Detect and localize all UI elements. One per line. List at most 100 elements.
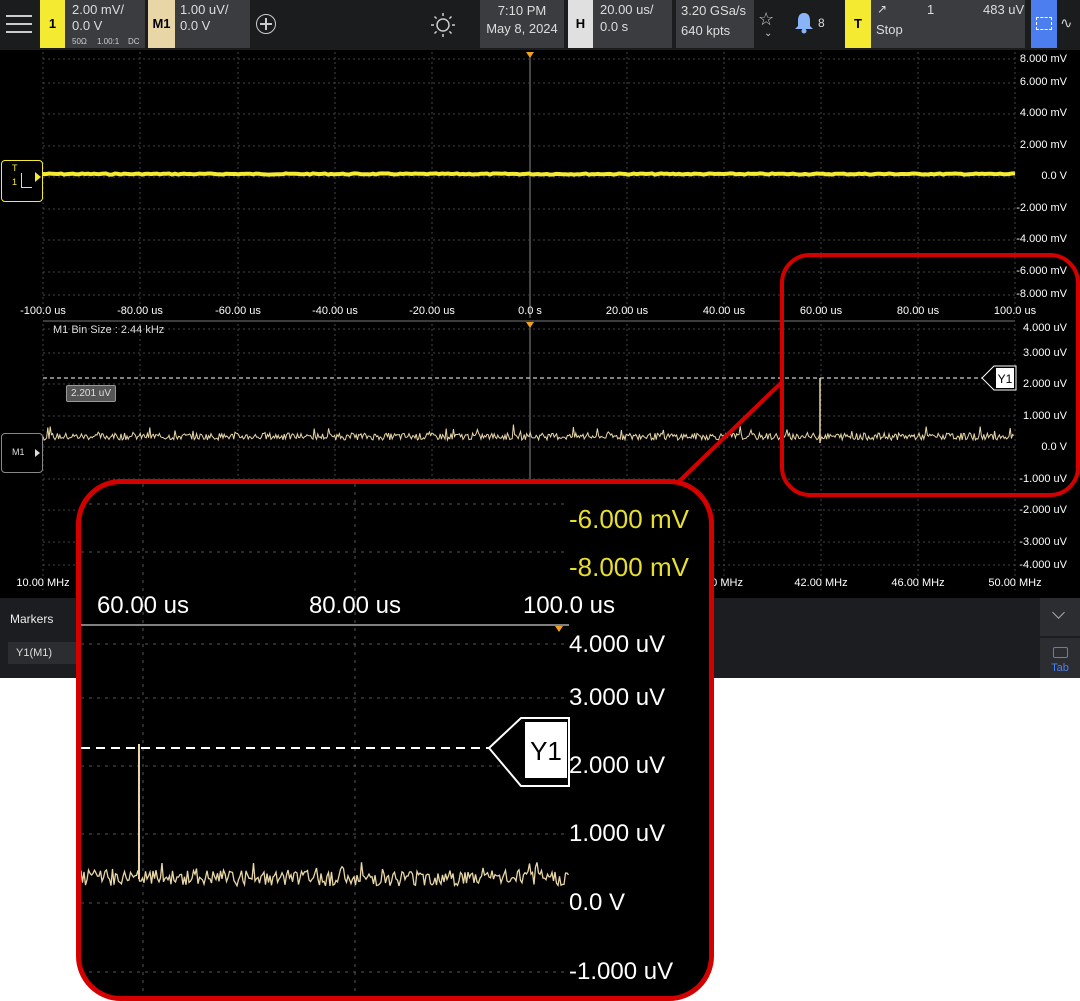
- upper-y-label: 2.000 mV: [1019, 139, 1067, 151]
- acquisition-tile[interactable]: 3.20 GSa/s 640 kpts: [676, 0, 754, 48]
- lower-y-label: -1.000 uV: [1019, 473, 1067, 485]
- sun-icon: [431, 13, 455, 37]
- trigger-level: 483 uV: [983, 2, 1025, 17]
- memory-depth: 640 kpts: [681, 23, 731, 38]
- lower-y-label: 3.000 uV: [1022, 347, 1067, 359]
- menu-button[interactable]: [6, 12, 32, 36]
- tab-button[interactable]: Tab: [1040, 638, 1080, 678]
- notifications-button[interactable]: 8: [794, 12, 828, 36]
- freq-label: 10.00 MHz: [16, 577, 70, 589]
- chevron-down-icon: [1052, 606, 1065, 619]
- time-label: 40.00 us: [702, 305, 746, 317]
- star-list-icon: ☆: [758, 9, 775, 29]
- channel-1-badge: 1: [40, 0, 65, 48]
- lower-y-label: 0.0 V: [1041, 441, 1067, 453]
- horizontal-tile[interactable]: H 20.00 us/ 0.0 s: [568, 0, 672, 48]
- time-label: 20.00 us: [605, 305, 649, 317]
- ch1-offset: 0.0 V: [72, 18, 103, 33]
- folder-icon: [1053, 647, 1068, 658]
- zoom-y-label: 2.000 uV: [569, 752, 665, 779]
- notification-count: 8: [818, 16, 825, 30]
- zoom-graphic: Y1 -6.000 mV -8.000 mV 60.00 us 80.00 us…: [81, 484, 690, 996]
- zoom-time-label: 100.0 us: [523, 592, 615, 619]
- time-label: -60.00 us: [215, 305, 261, 317]
- ch1-probe: 1.00:1: [97, 37, 120, 46]
- upper-y-label: -4.000 mV: [1016, 233, 1067, 245]
- upper-y-label: 4.000 mV: [1019, 107, 1067, 119]
- waveform-icon[interactable]: ∿: [1060, 14, 1073, 32]
- rising-edge-icon: ↗: [877, 2, 888, 16]
- run-state: Stop: [876, 22, 903, 37]
- zoom-y-label: 1.000 uV: [569, 820, 665, 847]
- trigger-source: 1: [927, 2, 935, 17]
- zoom-y-label: 3.000 uV: [569, 684, 665, 711]
- time-label: 100.0 us: [993, 305, 1037, 317]
- zoom-y-label: 4.000 uV: [569, 631, 665, 658]
- zoom-y-label: 0.0 V: [569, 889, 625, 916]
- freq-label: 42.00 MHz: [794, 577, 848, 589]
- time-label: 0.0 s: [518, 305, 542, 317]
- horizontal-delay: 0.0 s: [600, 19, 629, 34]
- add-channel-button[interactable]: [256, 14, 276, 34]
- time-label: -20.00 us: [409, 305, 455, 317]
- m1-offset: 0.0 V: [180, 18, 211, 33]
- zoom-fft-trace: [81, 862, 569, 888]
- time-label: 60.00 us: [799, 305, 843, 317]
- hamburger-icon: [6, 15, 32, 17]
- lower-y-label: -3.000 uV: [1019, 536, 1067, 548]
- upper-y-label: 8.000 mV: [1019, 53, 1067, 65]
- time-label: -100.0 us: [20, 305, 66, 317]
- zoom-y-label: -1.000 uV: [569, 958, 673, 985]
- ch1-scale: 2.00 mV/: [72, 2, 125, 17]
- freq-label: 46.00 MHz: [891, 577, 945, 589]
- ch1-impedance: 50Ω: [72, 37, 87, 46]
- bell-icon: [795, 13, 813, 34]
- trigger-position-marker: [526, 52, 534, 58]
- upper-y-label: -2.000 mV: [1016, 202, 1067, 214]
- zoom-mode-button[interactable]: [1031, 0, 1057, 48]
- m1-offset-marker[interactable]: M1: [1, 433, 43, 473]
- chevron-down-icon: ⌄: [764, 28, 773, 39]
- ch1-offset-arrow: [35, 172, 41, 182]
- fft-m1-trace: [42, 424, 1015, 442]
- zoom-time-label: 80.00 us: [309, 592, 401, 619]
- time-reference-marker: [526, 322, 534, 328]
- m1-offset-arrow: [35, 449, 40, 457]
- channel-1-tile[interactable]: 1 2.00 mV/ 0.0 V 50Ω 1.00:1 DC: [40, 0, 145, 48]
- y1-cursor-label: Y1: [998, 372, 1013, 386]
- horizontal-badge: H: [568, 0, 593, 48]
- time-label: -40.00 us: [312, 305, 358, 317]
- zoom-time-label: 60.00 us: [97, 592, 189, 619]
- upper-y-label: 6.000 mV: [1019, 76, 1067, 88]
- lower-y-label: -4.000 uV: [1019, 559, 1067, 571]
- lower-y-label: 4.000 uV: [1022, 322, 1067, 334]
- sample-rate: 3.20 GSa/s: [681, 3, 747, 18]
- trigger-level-marker[interactable]: T 1: [1, 160, 43, 202]
- trigger-badge: T: [845, 0, 871, 48]
- ch1-coupling: DC: [128, 37, 140, 46]
- collapse-panel-button[interactable]: [1040, 598, 1080, 636]
- clock-tile: 7:10 PM May 8, 2024: [480, 0, 564, 48]
- math-m1-tile[interactable]: M1 1.00 uV/ 0.0 V: [148, 0, 250, 48]
- favorites-button[interactable]: ☆ ⌄: [758, 10, 780, 46]
- brightness-button[interactable]: [430, 12, 456, 38]
- zoom-graticule: [81, 484, 569, 996]
- time-label: 80.00 us: [896, 305, 940, 317]
- zoom-y1-label: Y1: [530, 736, 562, 766]
- lower-y-label: -2.000 uV: [1019, 504, 1067, 516]
- bin-size-label: M1 Bin Size : 2.44 kHz: [53, 324, 165, 336]
- lower-y-label: 1.000 uV: [1022, 410, 1067, 422]
- channel-1-trace: [42, 171, 1016, 177]
- tab-label: Tab: [1051, 662, 1069, 674]
- ground-icon: [21, 173, 32, 188]
- time-label: -80.00 us: [117, 305, 163, 317]
- horizontal-scale: 20.00 us/: [600, 2, 654, 17]
- zoom-upper-label: -6.000 mV: [569, 504, 690, 534]
- upper-y-label: -6.000 mV: [1016, 265, 1067, 277]
- upper-y-label: -8.000 mV: [1016, 288, 1067, 300]
- trigger-tile[interactable]: T ↗ 1 483 uV Stop: [845, 0, 1025, 48]
- marker-item-y1[interactable]: Y1(M1): [8, 642, 76, 664]
- markers-title: Markers: [10, 612, 54, 626]
- freq-label: 50.00 MHz: [988, 577, 1042, 589]
- zoom-time-reference-marker: [555, 626, 563, 632]
